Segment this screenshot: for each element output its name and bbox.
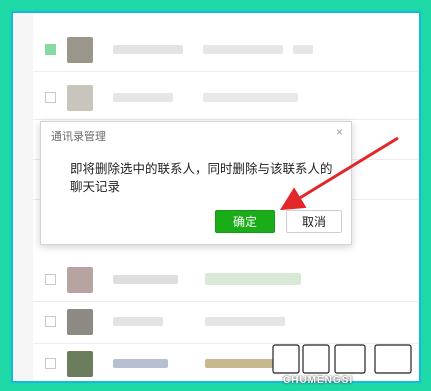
avatar xyxy=(67,309,93,335)
delete-contact-dialog: 通讯录管理 × 即将删除选中的联系人，同时删除与该联系人的聊天记录 确定 取消 xyxy=(40,121,352,245)
contact-name-blur xyxy=(113,317,163,326)
contact-name-blur xyxy=(113,45,183,54)
contact-info-blur xyxy=(203,93,298,102)
contact-name-blur xyxy=(113,359,168,368)
cancel-button[interactable]: 取消 xyxy=(286,210,342,233)
list-item[interactable] xyxy=(33,261,418,302)
contact-info-blur xyxy=(293,45,313,54)
dialog-title: 通讯录管理 xyxy=(51,131,106,143)
list-item[interactable] xyxy=(33,79,418,120)
close-icon[interactable]: × xyxy=(336,125,343,139)
row-checkbox[interactable] xyxy=(45,316,56,327)
watermark-caption: CHUMENGSI xyxy=(283,375,354,386)
avatar xyxy=(67,85,93,111)
row-checkbox[interactable] xyxy=(45,358,56,369)
contact-info-blur xyxy=(205,317,285,326)
row-checkbox[interactable] xyxy=(45,274,56,285)
list-item[interactable] xyxy=(33,303,418,344)
contact-info-blur xyxy=(205,273,301,285)
avatar xyxy=(67,267,93,293)
row-checkbox[interactable] xyxy=(45,44,56,55)
avatar xyxy=(67,351,93,377)
contact-name-blur xyxy=(113,93,173,102)
list-item[interactable] xyxy=(33,31,418,72)
contact-info-blur xyxy=(203,45,283,54)
avatar xyxy=(67,37,93,63)
contact-name-blur xyxy=(113,275,178,284)
contact-info-blur xyxy=(205,359,275,368)
confirm-button[interactable]: 确定 xyxy=(215,210,275,233)
row-checkbox[interactable] xyxy=(45,92,56,103)
dialog-message: 即将删除选中的联系人，同时删除与该联系人的聊天记录 xyxy=(70,162,333,194)
